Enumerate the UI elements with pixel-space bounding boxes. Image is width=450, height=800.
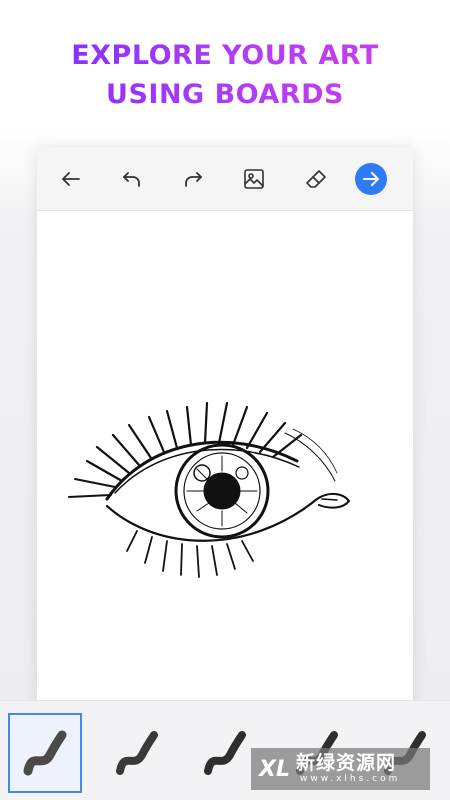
watermark: XL 新绿资源网 www.xlhs.com bbox=[251, 748, 430, 790]
back-button[interactable] bbox=[55, 163, 87, 195]
eraser-button[interactable] bbox=[300, 163, 332, 195]
undo-icon bbox=[123, 172, 140, 187]
brush-option-1[interactable] bbox=[8, 713, 82, 793]
redo-button[interactable] bbox=[177, 163, 209, 195]
arrow-left-icon bbox=[62, 172, 80, 186]
next-button[interactable] bbox=[355, 163, 387, 195]
watermark-text: 新绿资源网 bbox=[295, 752, 396, 774]
eye-sketch bbox=[68, 401, 351, 578]
headline: EXPLORE YOUR ART USING BOARDS bbox=[0, 36, 450, 114]
image-button[interactable] bbox=[238, 163, 270, 195]
undo-button[interactable] bbox=[116, 163, 148, 195]
headline-line-2: USING BOARDS bbox=[106, 79, 344, 110]
watermark-logo: XL bbox=[259, 756, 290, 782]
headline-line-1: EXPLORE YOUR ART bbox=[71, 40, 379, 71]
redo-icon bbox=[185, 172, 202, 187]
brush-stroke-icon bbox=[204, 731, 246, 775]
brush-option-2[interactable] bbox=[100, 713, 174, 793]
board-card bbox=[37, 147, 413, 710]
brush-stroke-icon bbox=[116, 731, 158, 775]
arrow-right-icon bbox=[363, 172, 379, 186]
drawing-canvas[interactable] bbox=[37, 211, 413, 710]
eraser-icon bbox=[306, 170, 326, 188]
watermark-url: www.xlhs.com bbox=[299, 774, 401, 784]
brush-stroke-icon bbox=[23, 730, 67, 776]
image-icon bbox=[244, 169, 264, 189]
editor-toolbar bbox=[37, 147, 413, 211]
